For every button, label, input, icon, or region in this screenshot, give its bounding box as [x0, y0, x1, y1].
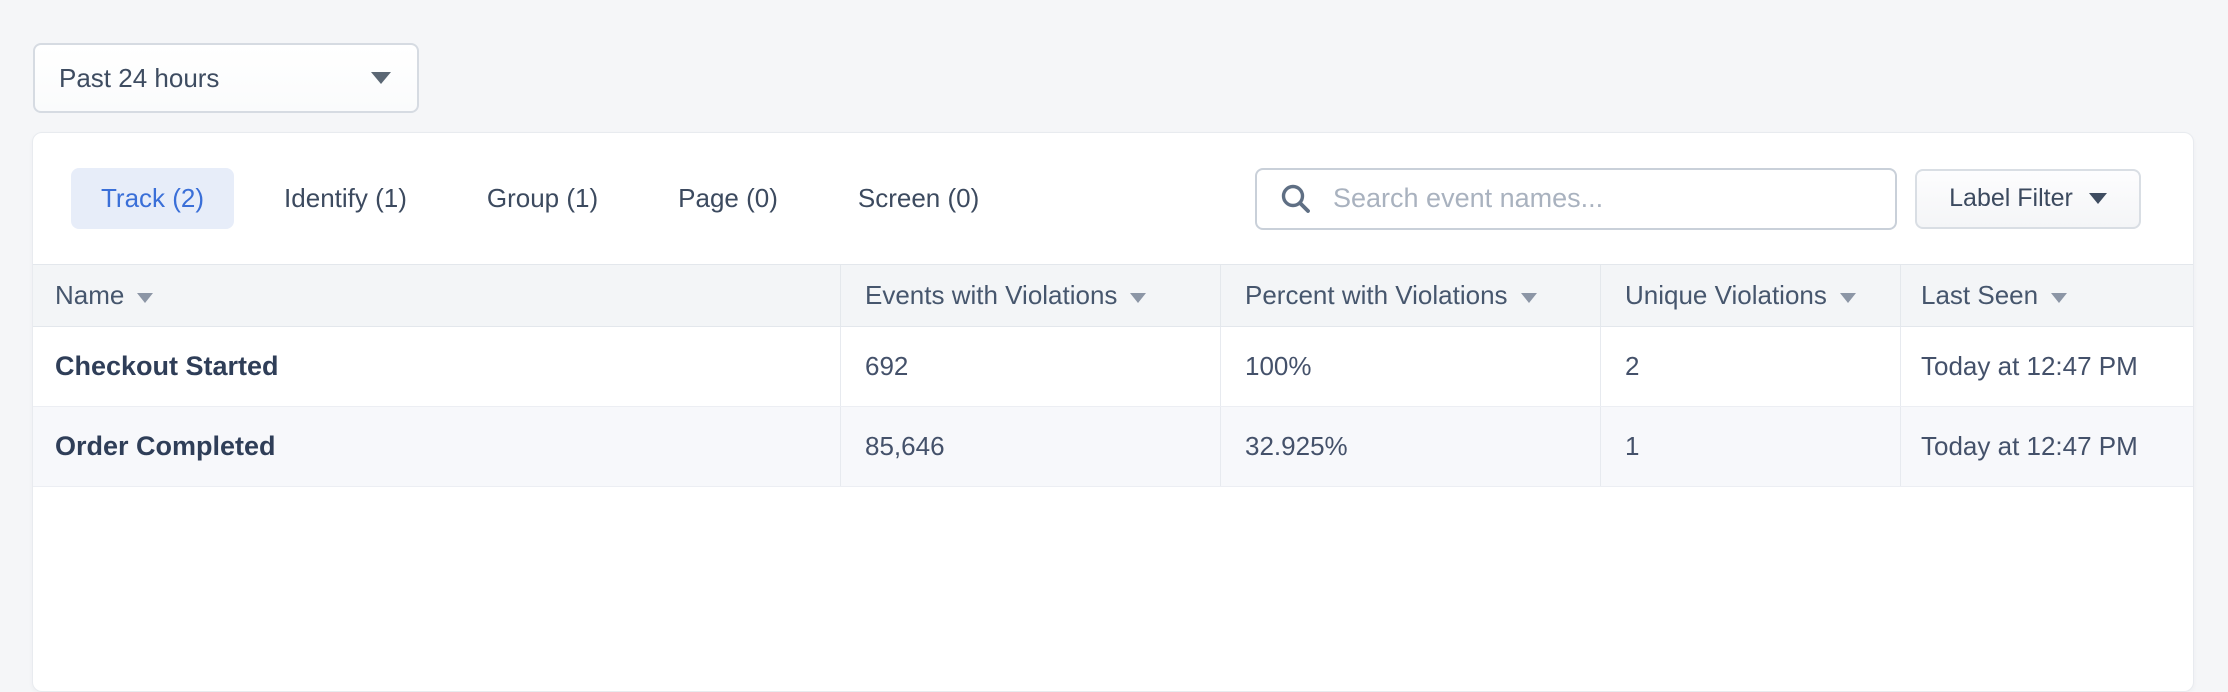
percent-with-violations-cell: 100%: [1221, 327, 1601, 406]
events-with-violations-cell: 692: [841, 327, 1221, 406]
column-header-name[interactable]: Name: [33, 265, 841, 326]
event-type-tabs: Track (2) Identify (1) Group (1) Page (0…: [71, 168, 1009, 229]
last-seen-cell: Today at 12:47 PM: [1901, 407, 2193, 486]
sort-caret-icon: [1521, 293, 1537, 303]
tab-identify[interactable]: Identify (1): [254, 168, 437, 229]
tab-track[interactable]: Track (2): [71, 168, 234, 229]
table-header: Name Events with Violations Percent with…: [33, 264, 2193, 327]
label-filter-text: Label Filter: [1949, 184, 2073, 213]
event-name-cell: Order Completed: [33, 407, 841, 486]
unique-violations-cell: 1: [1601, 407, 1901, 486]
event-search: [1255, 168, 1897, 230]
column-header-percent-with-violations[interactable]: Percent with Violations: [1221, 265, 1601, 326]
unique-violations-cell: 2: [1601, 327, 1901, 406]
sort-caret-icon: [1130, 293, 1146, 303]
table-row-checkout-started[interactable]: Checkout Started 692 100% 2 Today at 12:…: [33, 327, 2193, 407]
time-range-value: Past 24 hours: [59, 63, 219, 94]
percent-with-violations-cell: 32.925%: [1221, 407, 1601, 486]
tab-page[interactable]: Page (0): [648, 168, 808, 229]
search-input[interactable]: [1331, 182, 1873, 215]
column-header-events-with-violations[interactable]: Events with Violations: [841, 265, 1221, 326]
time-range-select[interactable]: Past 24 hours: [33, 43, 419, 113]
sort-caret-icon: [137, 293, 153, 303]
column-header-unique-violations[interactable]: Unique Violations: [1601, 265, 1901, 326]
tab-screen[interactable]: Screen (0): [828, 168, 1009, 229]
sort-caret-icon: [2051, 293, 2067, 303]
tab-group[interactable]: Group (1): [457, 168, 628, 229]
column-header-last-seen[interactable]: Last Seen: [1901, 265, 2193, 326]
sort-caret-icon: [1840, 293, 1856, 303]
event-name-cell: Checkout Started: [33, 327, 841, 406]
table-row-order-completed[interactable]: Order Completed 85,646 32.925% 1 Today a…: [33, 407, 2193, 487]
last-seen-cell: Today at 12:47 PM: [1901, 327, 2193, 406]
chevron-down-icon: [2089, 193, 2107, 204]
label-filter-button[interactable]: Label Filter: [1915, 169, 2141, 229]
violations-panel: Track (2) Identify (1) Group (1) Page (0…: [32, 132, 2194, 692]
events-with-violations-cell: 85,646: [841, 407, 1221, 486]
search-icon: [1279, 182, 1313, 216]
chevron-down-icon: [371, 72, 391, 84]
panel-toolbar: Track (2) Identify (1) Group (1) Page (0…: [33, 133, 2193, 264]
